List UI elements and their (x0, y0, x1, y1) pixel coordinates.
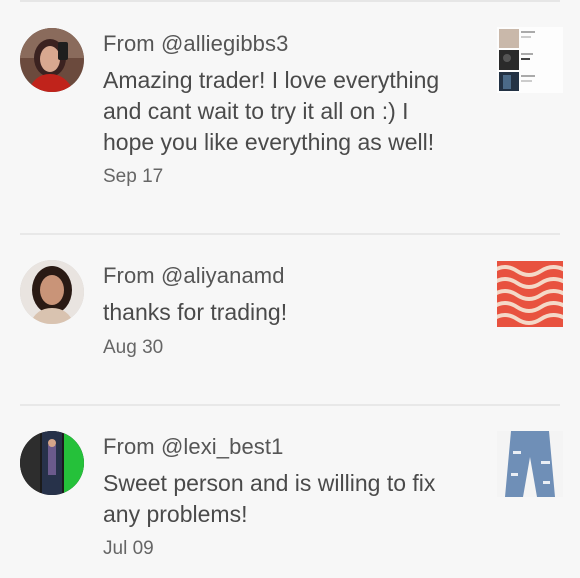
reviewer-handle[interactable]: From @lexi_best1 (103, 434, 283, 460)
review-message: Amazing trader! I love everything and ca… (103, 65, 483, 158)
patterned-fabric-thumbnail (497, 261, 563, 327)
review-date: Jul 09 (103, 538, 154, 559)
review-message: thanks for trading! (103, 297, 483, 328)
ripped-jeans-thumbnail (497, 431, 563, 497)
review-date: Aug 30 (103, 337, 164, 358)
review-message-line: thanks for trading! (103, 299, 288, 325)
review-date: Sep 17 (103, 166, 164, 187)
order-thumbnail[interactable] (497, 27, 563, 93)
review-divider (20, 404, 560, 406)
reviewer-handle[interactable]: From @aliyanamd (103, 263, 285, 289)
user-avatar[interactable] (20, 260, 84, 324)
user-photo-avatar (20, 431, 84, 495)
review-message-line: and cant wait to try it all on :) I (103, 98, 409, 124)
user-avatar[interactable] (20, 28, 84, 92)
review-message-line: hope you like everything as well! (103, 129, 435, 155)
order-thumbnail[interactable] (497, 261, 563, 327)
reviewer-handle[interactable]: From @alliegibbs3 (103, 31, 288, 57)
multi-item-order-thumbnail (497, 27, 563, 93)
review-message-line: any problems! (103, 501, 248, 527)
review-message: Sweet person and is willing to fix any p… (103, 468, 483, 530)
top-divider (20, 0, 560, 2)
order-thumbnail[interactable] (497, 431, 563, 497)
user-photo-avatar (20, 28, 84, 92)
review-message-line: Amazing trader! I love everything (103, 67, 440, 93)
user-photo-avatar (20, 260, 84, 324)
review-message-line: Sweet person and is willing to fix (103, 470, 436, 496)
review-divider (20, 233, 560, 235)
user-avatar[interactable] (20, 431, 84, 495)
